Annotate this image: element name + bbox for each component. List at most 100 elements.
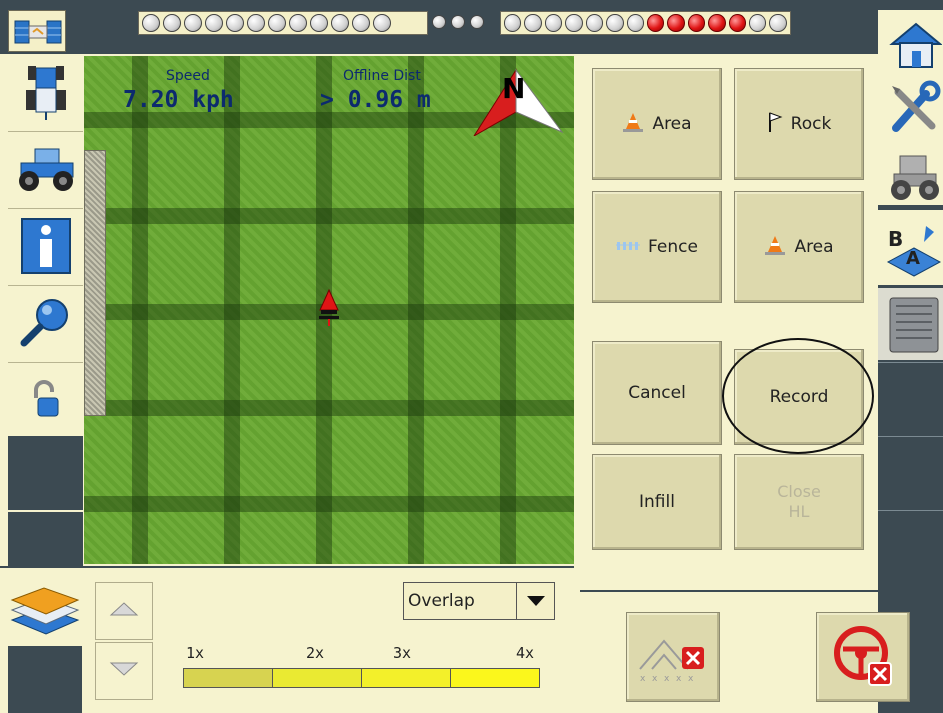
cancel-button-label: Cancel: [628, 383, 686, 403]
ab-line-icon: B A: [884, 218, 942, 278]
offline-distance-label: Offline Dist: [343, 68, 421, 84]
scale-segment-1x: [184, 669, 273, 687]
close-headland-label-line1: Close: [777, 482, 821, 501]
tractor-guidance-icon: [25, 62, 66, 126]
steering-wheel-icon: [831, 623, 895, 691]
ab-line-button[interactable]: B A: [878, 210, 943, 285]
chevron-up-icon: [109, 601, 139, 621]
compass[interactable]: N: [472, 66, 564, 137]
compass-north-label: N: [502, 72, 526, 105]
area-button-2-label: Area: [794, 237, 834, 257]
infill-button[interactable]: Infill: [592, 454, 722, 550]
lightbar-led: [142, 14, 160, 32]
lightbar-led: [504, 14, 522, 32]
lightbar-led-red: [646, 14, 665, 32]
right-toolbar-empty-slot[interactable]: [878, 510, 943, 586]
lightbar-center: [432, 15, 484, 29]
zoom-out-button[interactable]: [95, 642, 153, 700]
bottom-right-panel: xxxxx: [580, 590, 910, 713]
bottom-left-empty-slot[interactable]: [8, 646, 82, 713]
infill-button-label: Infill: [639, 492, 675, 512]
unlock-button[interactable]: [8, 364, 83, 440]
lightbar-led: [205, 14, 223, 32]
home-icon[interactable]: [886, 16, 943, 72]
fence-icon: [616, 237, 641, 257]
tractor-guidance-button[interactable]: [8, 56, 83, 132]
overlap-scale-bar: [183, 668, 540, 688]
tractor-button[interactable]: [8, 133, 83, 209]
lightbar-right: [500, 11, 791, 35]
right-toolbar-empty-slot[interactable]: [878, 362, 943, 436]
lightbar-led-red: [708, 14, 726, 32]
delete-boundary-button[interactable]: xxxxx: [626, 612, 720, 702]
cancel-button[interactable]: Cancel: [592, 341, 722, 445]
lightbar-led: [544, 14, 563, 32]
scale-segment-2x: [273, 669, 362, 687]
lightbar-led: [524, 14, 542, 32]
svg-text:x: x: [676, 674, 682, 684]
svg-text:x: x: [652, 674, 658, 684]
lightbar-led: [163, 14, 181, 32]
overlap-select-value: Overlap: [408, 591, 475, 611]
svg-text:B: B: [888, 227, 903, 251]
lightbar-led: [373, 14, 391, 32]
right-toolbar-empty-slot[interactable]: [878, 436, 943, 510]
left-toolbar: [8, 56, 83, 566]
scale-label-2x: 2x: [306, 644, 325, 662]
lightbar-led: [606, 14, 624, 32]
lightbar-left: [138, 11, 428, 35]
disengage-steering-button[interactable]: [816, 612, 910, 702]
svg-text:x: x: [664, 674, 670, 684]
fence-button[interactable]: Fence: [592, 191, 722, 303]
unlock-icon: [28, 379, 64, 424]
rock-button-label: Rock: [790, 114, 832, 134]
map-panel-toggle-tab[interactable]: [84, 150, 106, 416]
fence-button-label: Fence: [648, 237, 698, 257]
scale-label-1x: 1x: [186, 644, 205, 662]
mark-panel: Area Rock Fence Area Cancel Record Infil…: [580, 56, 876, 590]
svg-text:A: A: [906, 248, 920, 269]
left-toolbar-empty-slot[interactable]: [8, 510, 83, 566]
traffic-cone-icon: [622, 111, 644, 138]
info-button[interactable]: [8, 210, 83, 286]
speed-label: Speed: [166, 68, 210, 84]
lightbar-led-red: [667, 14, 685, 32]
lightbar-center-led: [470, 15, 484, 29]
info-icon: [20, 217, 72, 279]
offline-distance-value: > 0.96 m: [320, 87, 431, 113]
overlap-select[interactable]: Overlap: [403, 582, 555, 620]
tools-icon[interactable]: [886, 80, 942, 136]
vehicle-icon[interactable]: [886, 146, 942, 202]
lightbar-led: [268, 14, 286, 32]
close-headland-button[interactable]: Close HL: [734, 454, 864, 550]
controller-box-button[interactable]: [878, 288, 943, 360]
right-toolbar: B A: [878, 0, 943, 713]
record-button[interactable]: Record: [734, 349, 864, 445]
layers-button[interactable]: [8, 576, 82, 644]
top-bar: [0, 0, 943, 54]
area-button-2[interactable]: Area: [734, 191, 864, 303]
field-map[interactable]: Speed 7.20 kph Offline Dist > 0.96 m N: [84, 56, 574, 564]
rock-button[interactable]: Rock: [734, 68, 864, 180]
chevron-down-icon: [109, 661, 139, 681]
zoom-in-button[interactable]: [95, 582, 153, 640]
controller-box-icon: [886, 294, 942, 356]
search-button[interactable]: [8, 287, 83, 363]
area-button-1[interactable]: Area: [592, 68, 722, 180]
lightbar-led: [331, 14, 349, 32]
gps-satellite-icon[interactable]: [8, 10, 66, 52]
dropdown-arrow-icon[interactable]: [516, 583, 554, 619]
lightbar-led: [585, 14, 604, 32]
scale-segment-4x: [451, 669, 539, 687]
lightbar-led: [749, 14, 767, 32]
lightbar-led: [310, 14, 328, 32]
lightbar-led: [352, 14, 370, 32]
close-headland-label-line2: HL: [788, 502, 810, 521]
lightbar-led: [626, 14, 644, 32]
flag-icon: [767, 111, 783, 138]
record-button-label: Record: [769, 387, 829, 407]
lightbar-led: [247, 14, 265, 32]
speed-value: 7.20 kph: [123, 87, 234, 113]
search-icon: [20, 297, 72, 353]
left-toolbar-empty-slot[interactable]: [8, 434, 83, 510]
